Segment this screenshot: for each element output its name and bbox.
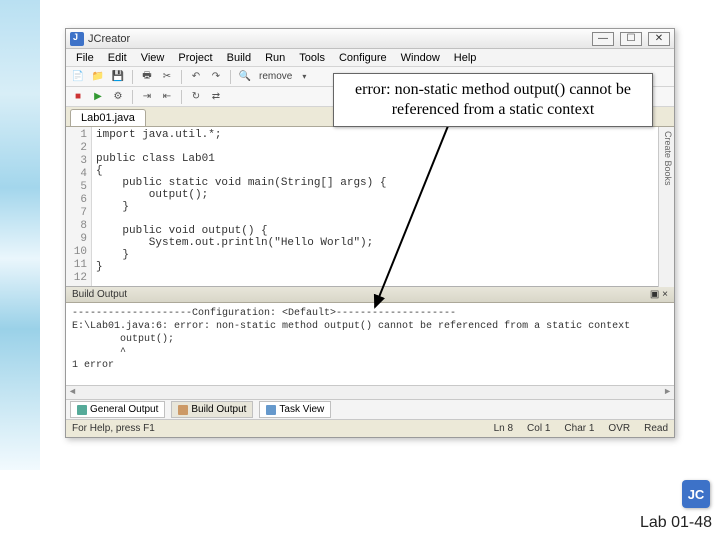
tab-general-output[interactable]: General Output [70, 401, 165, 418]
build-output-icon [178, 405, 188, 415]
menu-tools[interactable]: Tools [293, 50, 331, 66]
menu-project[interactable]: Project [172, 50, 218, 66]
minimize-button[interactable]: — [592, 32, 614, 46]
build-icon[interactable]: ⚙ [110, 89, 126, 105]
new-icon[interactable]: 📄 [70, 69, 86, 85]
folder-icon[interactable]: 📁 [90, 69, 106, 85]
status-ovr: OVR [608, 423, 630, 434]
refresh-icon[interactable]: ↻ [188, 89, 204, 105]
menu-window[interactable]: Window [395, 50, 446, 66]
app-title: JCreator [88, 33, 130, 45]
arrow-icon [365, 117, 465, 317]
app-icon [70, 32, 84, 46]
status-read: Read [644, 423, 668, 434]
redo-icon[interactable]: ↷ [208, 69, 224, 85]
menu-run[interactable]: Run [259, 50, 291, 66]
play-icon[interactable]: ▶ [90, 89, 106, 105]
tab-task-view[interactable]: Task View [259, 401, 331, 418]
close-button[interactable]: ✕ [648, 32, 670, 46]
title-bar: JCreator — ☐ ✕ [66, 29, 674, 49]
tab-build-output[interactable]: Build Output [171, 401, 253, 418]
status-help: For Help, press F1 [72, 423, 155, 434]
right-dock-label[interactable]: Create Books [658, 127, 674, 287]
status-ln: Ln 8 [494, 423, 513, 434]
search-text[interactable]: remove [259, 71, 292, 82]
save-icon[interactable]: 💾 [110, 69, 126, 85]
output-title: Build Output [72, 289, 127, 300]
output-pin-icon[interactable]: ▣ × [650, 289, 668, 300]
menu-help[interactable]: Help [448, 50, 483, 66]
undo-icon[interactable]: ↶ [188, 69, 204, 85]
slide-label: Lab 01-48 [640, 514, 712, 532]
stop-icon[interactable]: ■ [70, 89, 86, 105]
status-bar: For Help, press F1 Ln 8 Col 1 Char 1 OVR… [66, 419, 674, 437]
line-gutter: 123456 789101112 [66, 127, 92, 286]
find-icon[interactable]: 🔍 [237, 69, 253, 85]
output-scrollbar[interactable] [66, 385, 674, 399]
indent-icon[interactable]: ⇥ [139, 89, 155, 105]
menu-configure[interactable]: Configure [333, 50, 393, 66]
menu-build[interactable]: Build [221, 50, 257, 66]
menu-view[interactable]: View [135, 50, 171, 66]
print-icon[interactable]: 🖶 [139, 69, 155, 85]
menu-file[interactable]: File [70, 50, 100, 66]
menu-bar: File Edit View Project Build Run Tools C… [66, 49, 674, 67]
sync-icon[interactable]: ⇄ [208, 89, 224, 105]
jcreator-logo-icon: JC [682, 480, 710, 508]
output-tab-bar: General Output Build Output Task View [66, 399, 674, 419]
error-callout: error: non-static method output() cannot… [333, 73, 653, 127]
status-char: Char 1 [564, 423, 594, 434]
general-output-icon [77, 405, 87, 415]
task-view-icon [266, 405, 276, 415]
menu-edit[interactable]: Edit [102, 50, 133, 66]
maximize-button[interactable]: ☐ [620, 32, 642, 46]
decorative-strip [0, 0, 40, 470]
tab-lab01[interactable]: Lab01.java [70, 109, 146, 126]
outdent-icon[interactable]: ⇤ [159, 89, 175, 105]
cut-icon[interactable]: ✂ [159, 69, 175, 85]
dropdown-icon[interactable]: ▾ [296, 69, 312, 85]
status-col: Col 1 [527, 423, 550, 434]
